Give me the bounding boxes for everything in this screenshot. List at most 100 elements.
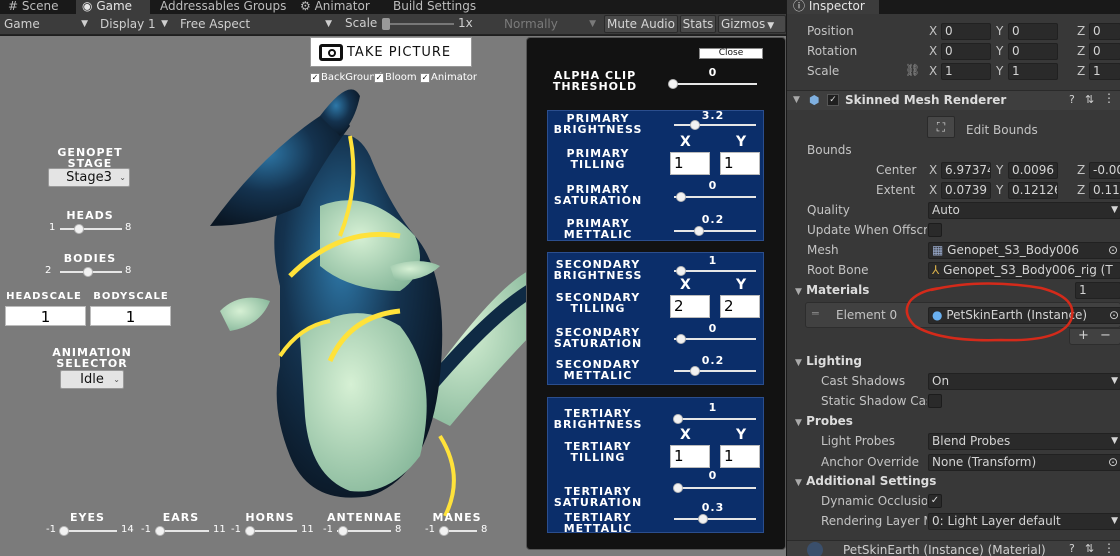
bottom-slider-handle[interactable] (58, 526, 69, 536)
tab-game[interactable]: ◉ Game (76, 0, 150, 14)
bloom-checkbox[interactable]: ✓ (374, 73, 384, 83)
bodies-slider-handle[interactable] (82, 267, 93, 277)
extent-y-field[interactable]: 0.12126 (1008, 182, 1058, 199)
secondary-tilling-y-input[interactable]: 2 (720, 295, 760, 318)
bottom-slider[interactable] (337, 525, 391, 537)
alpha-clip-slider[interactable] (668, 78, 757, 90)
tertiary-saturation-slider[interactable] (673, 482, 756, 494)
drag-handle-icon[interactable]: ═ (812, 307, 819, 320)
presets-icon[interactable]: ⇅ (1085, 542, 1094, 555)
tertiary-mettalic-handle[interactable] (697, 514, 708, 524)
tertiary-tilling-y-input[interactable]: 1 (720, 445, 760, 468)
component-enabled-checkbox[interactable]: ✓ (827, 94, 839, 106)
secondary-brightness-handle[interactable] (675, 266, 686, 276)
scale-slider-track[interactable] (384, 23, 454, 25)
presets-icon[interactable]: ⇅ (1085, 93, 1094, 106)
animator-checkbox[interactable]: ✓ (420, 73, 430, 83)
tertiary-brightness-slider[interactable] (673, 413, 756, 425)
primary-saturation-handle[interactable] (675, 192, 686, 202)
secondary-brightness-slider[interactable] (674, 265, 756, 277)
root-bone-field[interactable]: ⅄ Genopet_S3_Body006_rig (T (928, 262, 1120, 279)
object-picker-icon[interactable]: ⊙ (1109, 308, 1119, 323)
bottom-slider-handle[interactable] (155, 526, 166, 536)
scl-z-field[interactable]: 1 (1089, 63, 1120, 80)
primary-mettalic-slider[interactable] (674, 225, 756, 237)
rendering-layer-dropdown[interactable]: 0: Light Layer default ▼ (928, 513, 1120, 530)
display-dropdown[interactable]: Display 1 ▼ (96, 16, 172, 33)
materials-count-field[interactable]: 1 (1075, 282, 1120, 299)
tab-scene[interactable]: # Scene (8, 0, 70, 14)
edit-bounds-button[interactable]: ⛶ (927, 116, 955, 138)
bottom-slider[interactable] (438, 525, 477, 537)
center-z-field[interactable]: -0.000 (1089, 162, 1120, 179)
kebab-menu-icon[interactable]: ⋮ (1103, 541, 1115, 555)
cast-shadows-dropdown[interactable]: On ▼ (928, 373, 1120, 390)
kebab-menu-icon[interactable]: ⋮ (1103, 91, 1115, 105)
scale-slider-handle[interactable] (382, 18, 390, 30)
remove-element-button[interactable]: − (1100, 329, 1111, 343)
extent-z-field[interactable]: 0.1145 (1089, 182, 1120, 199)
scl-y-field[interactable]: 1 (1008, 63, 1058, 80)
add-element-button[interactable]: + (1078, 329, 1089, 343)
tertiary-mettalic-slider[interactable] (674, 513, 756, 525)
primary-tilling-y-input[interactable]: 1 (720, 152, 760, 175)
bottom-slider-handle[interactable] (338, 526, 349, 536)
additional-settings-foldout[interactable]: ▼ Additional Settings (795, 474, 936, 488)
take-picture-button[interactable]: TAKE PICTURE (310, 37, 472, 67)
materials-foldout[interactable]: ▼ Materials (795, 283, 869, 297)
secondary-mettalic-handle[interactable] (689, 366, 700, 376)
primary-brightness-handle[interactable] (689, 120, 700, 130)
primary-brightness-slider[interactable] (674, 119, 756, 131)
constrain-proportions-icon[interactable]: ⛓ (905, 63, 920, 77)
stats-button[interactable]: Stats (680, 15, 716, 33)
primary-mettalic-handle[interactable] (693, 226, 704, 236)
bottom-slider[interactable] (58, 525, 117, 537)
animation-dropdown[interactable]: Idle ⌄ (60, 370, 124, 389)
help-icon[interactable]: ? (1069, 542, 1075, 555)
alpha-clip-handle[interactable] (668, 79, 678, 89)
tab-inspector[interactable]: ⓘ Inspector (787, 0, 879, 14)
secondary-mettalic-slider[interactable] (674, 365, 756, 377)
rot-x-field[interactable]: 0 (941, 43, 991, 60)
quality-dropdown[interactable]: Auto ▼ (928, 202, 1120, 219)
probes-foldout[interactable]: ▼ Probes (795, 414, 853, 428)
heads-slider-handle[interactable] (73, 224, 84, 234)
rot-z-field[interactable]: 0 (1089, 43, 1120, 60)
center-x-field[interactable]: 6.97374 (941, 162, 991, 179)
skinned-mesh-renderer-header[interactable]: ▼ ⬢ ✓ Skinned Mesh Renderer ? ⇅ ⋮ (787, 90, 1120, 110)
pos-x-field[interactable]: 0 (941, 23, 991, 40)
game-mode-dropdown[interactable]: Game ▼ (0, 16, 92, 33)
background-checkbox[interactable]: ✓ (310, 73, 320, 83)
tab-build-settings[interactable]: Build Settings (393, 0, 476, 14)
pos-z-field[interactable]: 0 (1089, 23, 1120, 40)
primary-tilling-x-input[interactable]: 1 (670, 152, 710, 175)
tertiary-saturation-handle[interactable] (673, 483, 684, 493)
anchor-override-field[interactable]: None (Transform) ⊙ (928, 454, 1120, 471)
aspect-dropdown[interactable]: Free Aspect ▼ (176, 16, 336, 33)
secondary-saturation-slider[interactable] (674, 333, 756, 345)
material-header[interactable]: PetSkinEarth (Instance) (Material) ? ⇅ ⋮ (787, 540, 1120, 556)
heads-slider[interactable] (60, 223, 122, 235)
bottom-slider[interactable] (245, 525, 297, 537)
object-picker-icon[interactable]: ⊙ (1108, 455, 1118, 470)
object-picker-icon[interactable]: ⊙ (1108, 243, 1118, 258)
dynamic-occlusion-checkbox[interactable]: ✓ (928, 494, 942, 508)
bottom-slider[interactable] (155, 525, 209, 537)
bodies-slider[interactable] (60, 266, 122, 278)
lighting-foldout[interactable]: ▼ Lighting (795, 354, 862, 368)
primary-saturation-slider[interactable] (674, 191, 756, 203)
tertiary-tilling-x-input[interactable]: 1 (670, 445, 710, 468)
static-shadow-caster-checkbox[interactable] (928, 394, 942, 408)
bottom-slider-handle[interactable] (438, 526, 449, 536)
update-when-offscreen-checkbox[interactable] (928, 223, 942, 237)
rot-y-field[interactable]: 0 (1008, 43, 1058, 60)
bottom-slider-handle[interactable] (245, 526, 256, 536)
secondary-tilling-x-input[interactable]: 2 (670, 295, 710, 318)
pos-y-field[interactable]: 0 (1008, 23, 1058, 40)
normally-dropdown[interactable]: Normally ▼ (500, 16, 600, 33)
stage-dropdown[interactable]: Stage3 ⌄ (48, 168, 130, 187)
tertiary-brightness-handle[interactable] (673, 414, 684, 424)
scl-x-field[interactable]: 1 (941, 63, 991, 80)
close-button[interactable]: Close (699, 48, 763, 59)
extent-x-field[interactable]: 0.0739 (941, 182, 991, 199)
